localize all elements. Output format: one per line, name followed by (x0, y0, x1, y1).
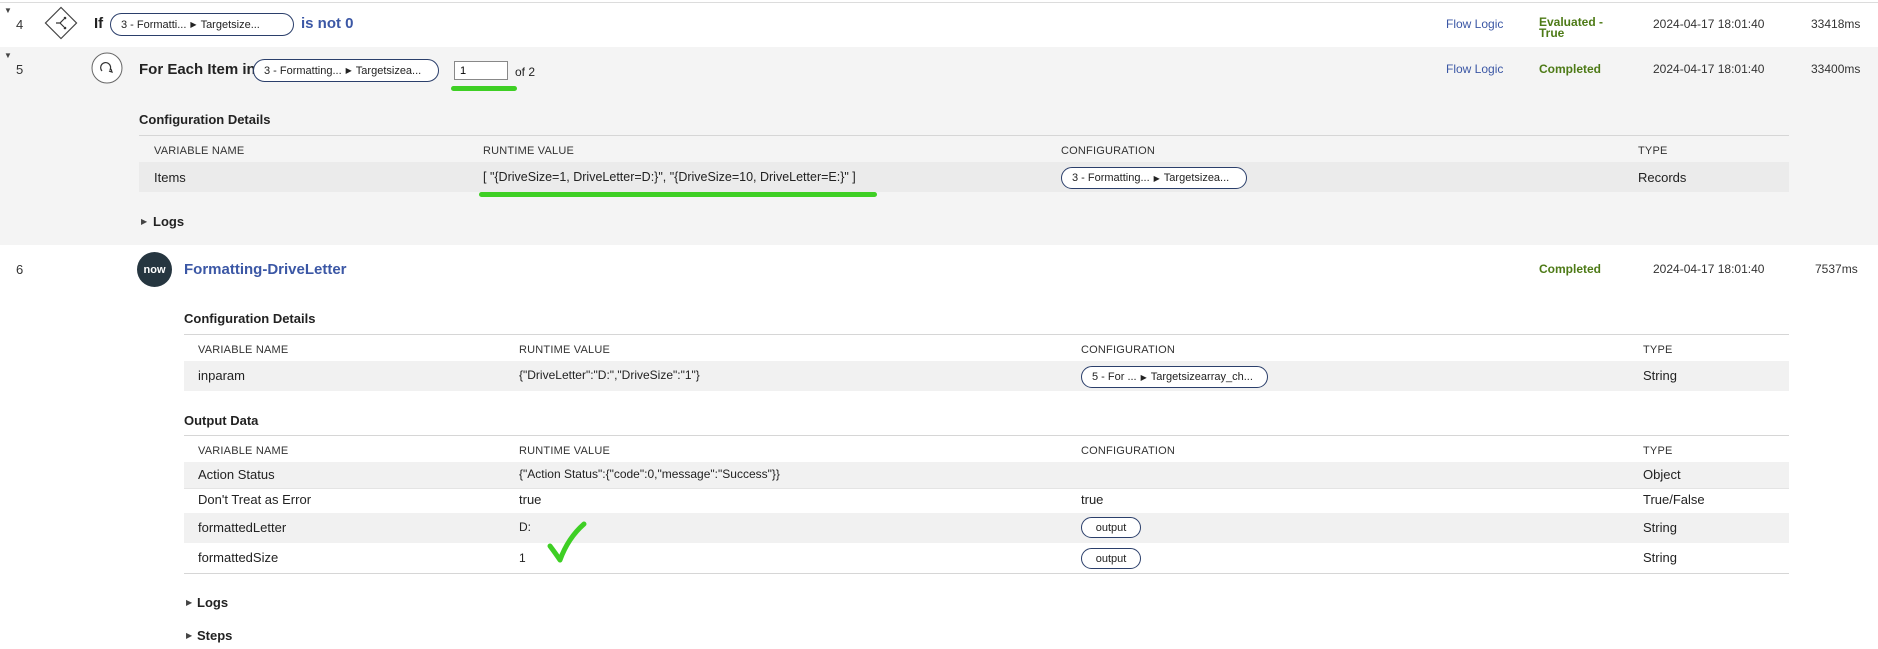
data-pill[interactable]: 5 - For ... ▶ Targetsizearray_ch... (1081, 366, 1268, 388)
status-label: Evaluated - True (1539, 15, 1604, 40)
iteration-total: of 2 (515, 65, 536, 79)
avatar-text: now (143, 263, 166, 276)
caret-right-icon: ▶ (345, 66, 352, 75)
variable-name: inparam (198, 368, 245, 383)
timestamp: 2024-04-17 18:01:40 (1653, 17, 1765, 31)
column-header-type: TYPE (1643, 445, 1673, 457)
column-header-configuration: CONFIGURATION (1061, 145, 1156, 157)
row-number: 6 (16, 262, 24, 277)
collapse-caret-icon[interactable]: ▼ (4, 6, 12, 15)
duration: 33418ms (1811, 17, 1861, 31)
data-pill[interactable]: 3 - Formatting... ▶ Targetsizea... (1061, 167, 1247, 189)
column-header-configuration: CONFIGURATION (1081, 344, 1176, 356)
column-header-runtime-value: RUNTIME VALUE (519, 445, 611, 457)
steps-toggle[interactable]: Steps (197, 628, 232, 643)
highlight-underline (451, 86, 517, 91)
step-title: If (94, 15, 104, 32)
runtime-value: true (519, 492, 542, 507)
pill-step-label: 5 - For ... (1092, 371, 1137, 383)
step-title: For Each Item in (139, 61, 256, 78)
output-pill[interactable]: output (1081, 548, 1141, 569)
pill-step-label: 3 - Formatti... (121, 18, 187, 31)
caret-right-icon: ▶ (1140, 372, 1147, 382)
variable-name: formattedLetter (198, 520, 287, 535)
runtime-value: [ "{DriveSize=1, DriveLetter=D:}", "{Dri… (483, 170, 856, 184)
row-number: 5 (16, 62, 24, 77)
column-header-runtime-value: RUNTIME VALUE (483, 145, 575, 157)
caret-right-icon: ▶ (1153, 173, 1160, 183)
variable-type: String (1643, 368, 1677, 383)
pill-field-label: Targetsizea... (355, 64, 422, 77)
duration: 7537ms (1815, 262, 1858, 276)
if-branch-icon (44, 6, 78, 40)
configuration-details-title: Configuration Details (184, 311, 316, 326)
row-number: 4 (16, 17, 24, 32)
variable-name: Don't Treat as Error (198, 492, 312, 507)
pill-step-label: 3 - Formatting... (264, 64, 342, 77)
column-header-variable-name: VARIABLE NAME (198, 445, 289, 457)
column-header-type: TYPE (1638, 145, 1668, 157)
column-header-type: TYPE (1643, 344, 1673, 356)
pill-field-label: Targetsizea... (1163, 172, 1230, 184)
data-pill[interactable]: 3 - Formatting... ▶ Targetsizea... (253, 59, 439, 82)
variable-type: String (1643, 550, 1677, 565)
logs-toggle[interactable]: Logs (153, 214, 184, 229)
runtime-value: D: (519, 520, 531, 534)
pill-label: output (1095, 521, 1127, 534)
status-label: Completed (1539, 62, 1602, 76)
condition-text: is not 0 (301, 15, 354, 32)
category-label: Flow Logic (1446, 62, 1504, 76)
pill-label: output (1095, 552, 1127, 565)
table-row (184, 361, 1789, 391)
variable-type: True/False (1643, 492, 1705, 507)
pill-field-label: Targetsize... (200, 18, 260, 31)
loop-icon (91, 52, 123, 84)
pill-field-label: Targetsizearray_ch... (1150, 371, 1253, 383)
variable-type: String (1643, 520, 1677, 535)
caret-right-icon[interactable]: ▶ (186, 631, 192, 640)
data-pill[interactable]: 3 - Formatti... ▶ Targetsize... (110, 13, 294, 36)
variable-name: formattedSize (198, 550, 279, 565)
category-label: Flow Logic (1446, 17, 1504, 31)
runtime-value: 1 (519, 551, 526, 565)
configuration-value: true (1081, 492, 1104, 507)
runtime-value: {"Action Status":{"code":0,"message":"Su… (519, 467, 780, 481)
pill-step-label: 3 - Formatting... (1072, 172, 1150, 184)
variable-type: Object (1643, 467, 1681, 482)
highlight-underline (479, 192, 877, 197)
logs-toggle[interactable]: Logs (197, 595, 228, 610)
variable-type: Records (1638, 170, 1687, 185)
status-label: Completed (1539, 262, 1602, 276)
column-header-variable-name: VARIABLE NAME (198, 344, 289, 356)
iteration-input[interactable] (454, 61, 508, 80)
column-header-configuration: CONFIGURATION (1081, 445, 1176, 457)
caret-right-icon[interactable]: ▶ (186, 598, 192, 607)
timestamp: 2024-04-17 18:01:40 (1653, 62, 1765, 76)
output-data-title: Output Data (184, 413, 259, 428)
table-row (139, 162, 1789, 192)
caret-right-icon[interactable]: ▶ (141, 217, 147, 226)
checkmark-icon (547, 521, 587, 563)
variable-name: Items (154, 170, 186, 185)
timestamp: 2024-04-17 18:01:40 (1653, 262, 1765, 276)
runtime-value: {"DriveLetter":"D:","DriveSize":"1"} (519, 368, 700, 382)
step-title-link[interactable]: Formatting-DriveLetter (184, 261, 347, 278)
column-header-variable-name: VARIABLE NAME (154, 145, 245, 157)
variable-name: Action Status (198, 467, 275, 482)
column-header-runtime-value: RUNTIME VALUE (519, 344, 611, 356)
duration: 33400ms (1811, 62, 1861, 76)
collapse-caret-icon[interactable]: ▼ (4, 51, 12, 60)
table-row (184, 513, 1789, 543)
avatar: now (137, 252, 172, 287)
configuration-details-title: Configuration Details (139, 112, 271, 127)
output-pill[interactable]: output (1081, 517, 1141, 538)
table-row (184, 462, 1789, 488)
caret-right-icon: ▶ (190, 20, 197, 29)
